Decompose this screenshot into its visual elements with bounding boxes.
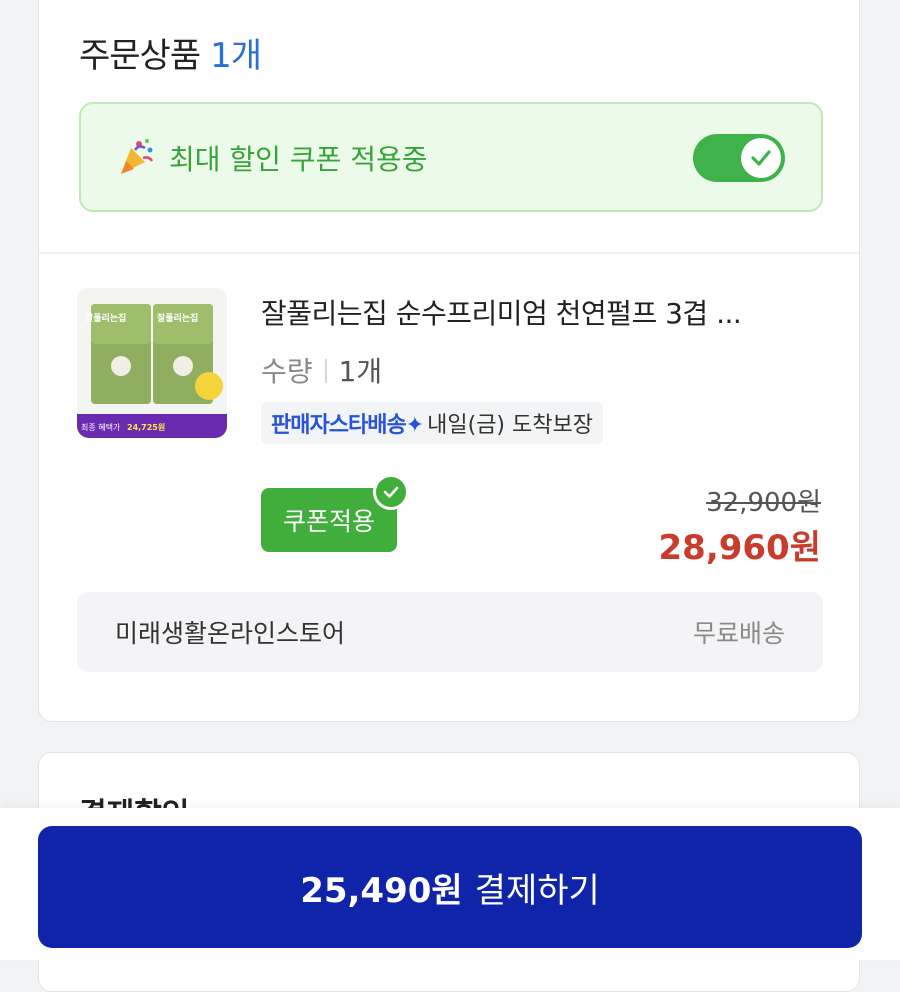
quantity-separator (324, 359, 327, 383)
thumb-brand-right: 잘풀리는집 (157, 312, 198, 324)
checkmark-icon (751, 150, 771, 166)
shipping-fee: 무료배송 (692, 619, 785, 648)
order-items-card: 주문상품 1개 최대 할인 쿠폰 적용중 잘풀리는집 잘풀리는집 최종 혜택가 … (38, 0, 860, 722)
pay-label: 결제하기 (474, 870, 600, 911)
thumb-final-price-value: 24,725원 (127, 422, 165, 432)
toggle-knob (741, 138, 781, 178)
max-discount-coupon-banner: 최대 할인 쿠폰 적용중 (79, 102, 823, 212)
coupon-toggle[interactable] (693, 134, 785, 182)
divider (39, 252, 859, 254)
thumb-final-price-label: 최종 혜택가 (81, 422, 121, 432)
product-image: 잘풀리는집 잘풀리는집 최종 혜택가 24,725원 (77, 288, 227, 438)
section-title-label: 주문상품 (79, 36, 201, 76)
coupon-applied-check-icon (373, 474, 409, 510)
coupon-banner-label: 최대 할인 쿠폰 적용중 (169, 143, 428, 176)
product-thumbnail[interactable]: 잘풀리는집 잘풀리는집 최종 혜택가 24,725원 (77, 288, 227, 438)
sale-price: 28,960원 (658, 528, 821, 568)
item-count: 1개 (210, 36, 262, 76)
store-shipping-row: 미래생활온라인스토어 무료배송 (77, 592, 823, 672)
quantity-label: 수량 (261, 355, 313, 388)
bottom-action-bar: 25,490원 결제하기 (0, 808, 900, 960)
thumb-brand-left: 잘풀리는집 (85, 312, 126, 324)
original-price: 32,900원 (706, 488, 821, 518)
quantity-value: 1개 (338, 355, 383, 388)
product-name[interactable]: 잘풀리는집 순수프리미엄 천연펄프 3겹 ... (261, 292, 742, 332)
pay-amount: 25,490원 (300, 870, 463, 911)
delivery-eta-text: 내일(금) 도착보장 (427, 413, 593, 438)
delivery-guarantee-tag: 판매자스타배송✦ 내일(금) 도착보장 (261, 402, 603, 444)
party-popper-icon (121, 139, 154, 174)
section-title: 주문상품 1개 (79, 28, 262, 77)
store-name: 미래생활온라인스토어 (115, 619, 346, 648)
quantity-row: 수량 1개 (261, 350, 382, 390)
pay-button[interactable]: 25,490원 결제하기 (38, 826, 862, 948)
seller-star-delivery-badge: 판매자스타배송✦ (271, 413, 424, 438)
